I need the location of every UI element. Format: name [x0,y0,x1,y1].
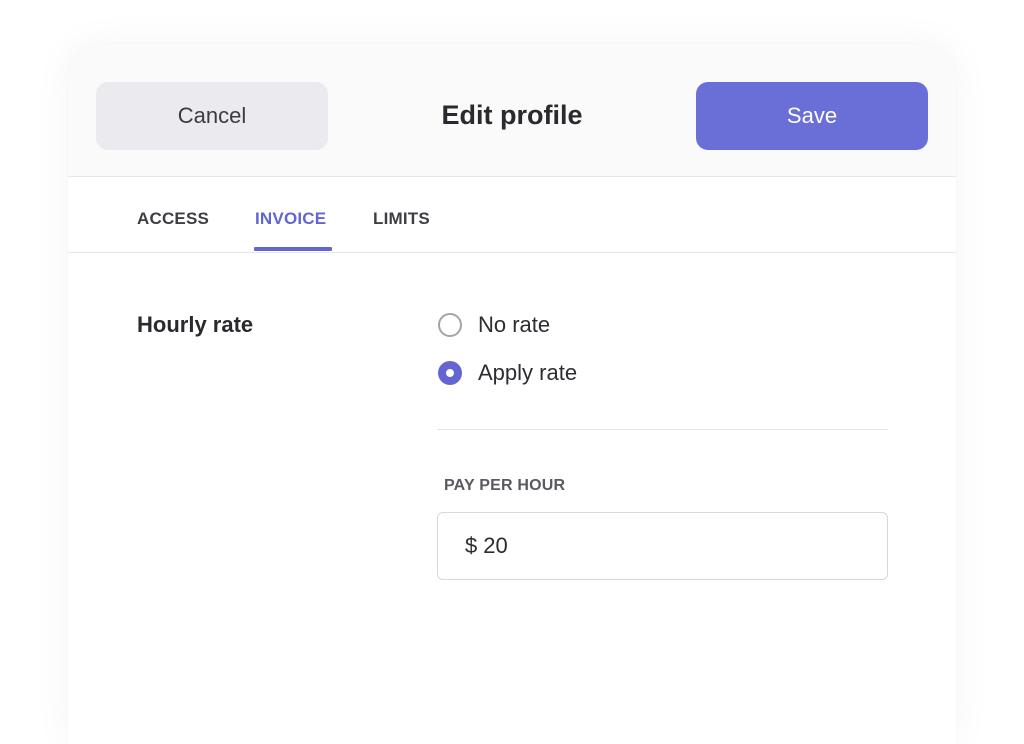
tab-access[interactable]: ACCESS [137,209,209,229]
radio-unchecked-icon[interactable] [438,313,462,337]
radio-label-no-rate: No rate [478,312,551,337]
radio-checked-icon[interactable] [438,361,462,385]
currency-symbol: $ [465,533,478,558]
hourly-rate-label: Hourly rate [137,312,254,337]
pay-per-hour-input[interactable]: $ 20 [437,512,888,580]
radio-label-apply-rate: Apply rate [478,360,578,385]
radio-option-no-rate[interactable]: No rate [438,312,550,338]
save-button[interactable]: Save [696,82,928,150]
radio-option-apply-rate[interactable]: Apply rate [438,360,577,386]
tab-limits[interactable]: LIMITS [373,209,430,229]
edit-profile-panel: Cancel Edit profile Save ACCESS INVOICE … [68,44,956,744]
section-divider [437,429,888,430]
panel-header: Cancel Edit profile Save [68,44,956,177]
pay-per-hour-value: 20 [483,533,508,558]
tab-invoice[interactable]: INVOICE [255,209,326,229]
pay-per-hour-label: PAY PER HOUR [444,477,566,494]
active-tab-indicator [254,247,332,251]
tab-bar: ACCESS INVOICE LIMITS [68,178,956,253]
